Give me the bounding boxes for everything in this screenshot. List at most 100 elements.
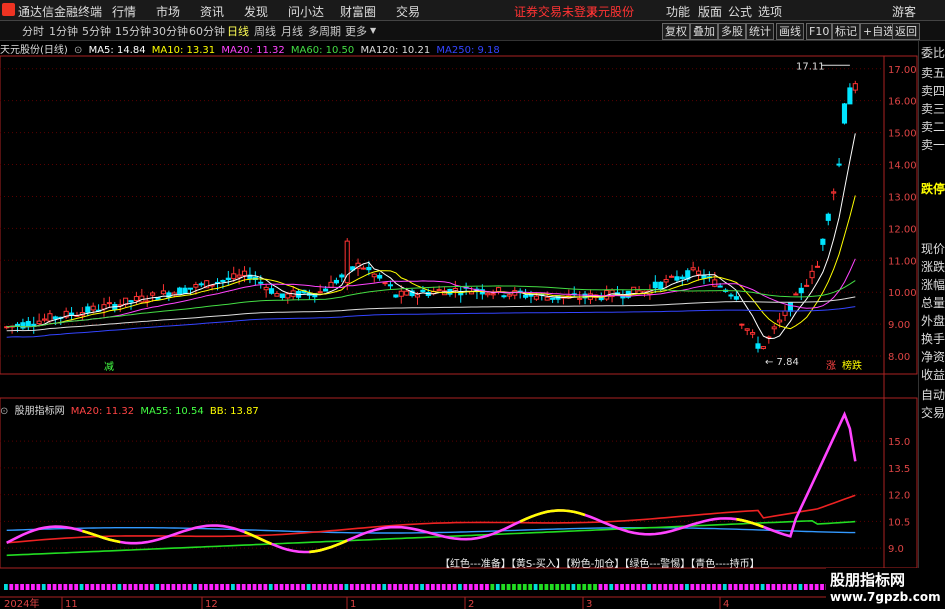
signal-bar <box>463 584 468 590</box>
signal-bar <box>4 584 8 590</box>
candle-body <box>333 279 339 284</box>
signal-bar <box>506 584 511 590</box>
signal-bar <box>122 584 127 590</box>
chart-canvas[interactable]: 17.11 ← 7.84 减 涨榜跌 8.00 9.00 10.00 11.00 12.00 1… <box>0 0 945 609</box>
signal-bar <box>322 584 327 590</box>
signal-bar <box>641 584 646 590</box>
signal-bar <box>171 584 176 590</box>
signal-bar <box>333 584 338 590</box>
signal-bar <box>295 584 300 590</box>
candle-body <box>160 290 167 295</box>
signal-bar <box>263 584 268 590</box>
candle-body <box>577 297 583 300</box>
signal-bar <box>690 584 695 590</box>
candle-body <box>371 273 377 278</box>
price-tick-label: 10.00 <box>888 288 917 299</box>
candle-body <box>544 296 550 301</box>
signal-bar <box>20 584 24 590</box>
price-tick-label: 17.00 <box>888 65 917 76</box>
signal-bar <box>209 584 214 590</box>
signal-bar <box>144 584 149 590</box>
signal-bar <box>312 584 316 590</box>
price-tick-label: 15.00 <box>888 129 917 140</box>
signal-legend: 【红色---准备】【黄S-买入】【粉色-加仓】【绿色---警惕】【青色----持… <box>440 559 760 570</box>
signal-bar <box>247 584 252 590</box>
candle-body <box>258 281 264 284</box>
signal-bar <box>279 584 284 590</box>
ma-line-10 <box>6 195 856 330</box>
price-tick-label: 11.00 <box>888 256 917 267</box>
indicator-tick-label: 9.0 <box>888 544 904 555</box>
signal-bar <box>425 584 430 590</box>
signal-bar <box>766 584 770 590</box>
signal-bar <box>149 584 154 590</box>
candle-body <box>366 266 372 271</box>
candle-body <box>852 83 858 91</box>
signal-bar <box>544 584 549 590</box>
signal-bar <box>809 584 814 590</box>
signal-bar <box>695 584 700 590</box>
signal-bar <box>722 584 727 590</box>
candle-body <box>733 296 739 300</box>
candle-body <box>220 279 226 282</box>
signal-bar <box>771 584 776 590</box>
signal-bar <box>814 584 819 590</box>
signal-bar <box>393 584 397 590</box>
candle-body <box>809 270 815 279</box>
candle-body <box>128 300 134 303</box>
signal-bar <box>587 584 592 590</box>
signal-bar <box>193 584 197 590</box>
candle-body <box>490 293 496 296</box>
indicator-tick-label: 15.0 <box>888 437 910 448</box>
signal-bar <box>366 584 370 590</box>
signal-bar <box>155 584 160 590</box>
indicator-tick-label: 10.5 <box>888 517 910 528</box>
candle-body <box>658 281 664 290</box>
signal-bar <box>79 584 84 590</box>
signal-bar <box>420 584 424 590</box>
signal-bar <box>285 584 289 590</box>
candle-body <box>177 287 183 295</box>
signal-bar <box>609 584 614 590</box>
candle-body <box>182 287 188 294</box>
candle-body <box>750 332 756 335</box>
candle-body <box>755 343 761 349</box>
candle-body <box>339 274 345 278</box>
candle-body <box>198 283 204 286</box>
signal-bar <box>490 584 495 590</box>
candle-body <box>377 274 383 279</box>
signal-bar <box>225 584 230 590</box>
candle-body <box>387 284 394 287</box>
signal-bar <box>317 584 322 590</box>
candle-body <box>820 238 826 245</box>
signal-bar <box>112 584 116 590</box>
candle-body <box>712 279 718 287</box>
candle-body <box>771 326 777 330</box>
signal-bar <box>582 584 587 590</box>
signal-bar <box>403 584 408 590</box>
signal-bar <box>47 584 52 590</box>
signal-bar <box>101 584 106 590</box>
candle-body <box>85 306 91 313</box>
signal-bar <box>555 584 560 590</box>
candle-body <box>41 318 48 321</box>
panel-label: 涨跌 <box>921 260 945 274</box>
low-price-label: ← 7.84 <box>765 357 799 368</box>
candle-body <box>25 320 31 327</box>
signal-bar <box>268 584 273 590</box>
price-tick-label: 16.00 <box>888 97 917 108</box>
watermark: 股朋指标网 www.7gpzb.com <box>826 568 945 609</box>
signal-bar <box>447 584 451 590</box>
candle-body <box>344 240 350 284</box>
candle-body <box>787 302 793 312</box>
candle-body <box>728 294 734 297</box>
price-tick-label: 14.00 <box>888 161 917 172</box>
signal-bar <box>576 584 581 590</box>
panel-label-auto[interactable]: 自动 <box>921 386 945 403</box>
ma-line-60 <box>6 280 856 328</box>
signal-bar <box>90 584 95 590</box>
signal-bar <box>182 584 187 590</box>
panel-label-trade[interactable]: 交易 <box>921 404 945 421</box>
indicator-buy-segment <box>244 530 273 546</box>
signal-bar <box>387 584 392 590</box>
